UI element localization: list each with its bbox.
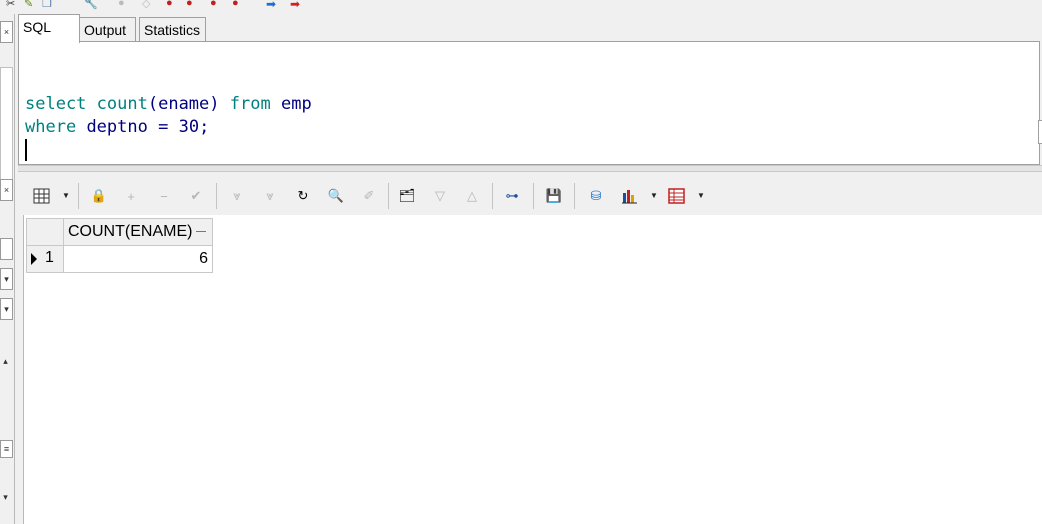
sql-keyword: from [229,94,271,114]
editor-scroll-edge[interactable] [1038,120,1042,144]
field-edge[interactable] [0,238,13,260]
refresh-icon[interactable]: ↻ [294,187,312,205]
query-by-example-icon[interactable]: 🗂 [398,187,416,205]
grid-cell[interactable]: 6 [63,245,213,273]
diamond-icon[interactable]: ◇ [142,0,155,10]
chart-icon[interactable] [621,187,639,205]
copy-icon[interactable]: ❐ [42,0,55,10]
toolbar-divider [388,183,389,209]
find-icon[interactable]: 🔍 [327,187,345,205]
sql-keyword: where [25,117,77,137]
toolbar-divider [78,183,79,209]
column-header[interactable]: COUNT(ENAME) [63,218,213,246]
sql-column-name: deptno [86,117,148,137]
column-resize-handle[interactable] [196,231,207,233]
break-icon[interactable]: ● [210,0,223,10]
lock-icon[interactable]: 🔒 [90,187,108,205]
row-number: 1 [45,249,54,266]
forward-arrow-icon[interactable]: ➡ [266,0,279,11]
delete-record-icon[interactable]: − [155,187,173,205]
last-record-icon[interactable]: ⩔ [261,187,279,205]
panel-edge [0,67,13,185]
main-toolbar: ✂ ✎ ❐ 🔧 ● ◇ ● ● ● ● ➡ ➡ [0,0,320,12]
editor-tabs: SQL Output Statistics [18,14,1042,43]
chevron-down-icon[interactable]: ▾ [0,268,13,290]
tools-icon[interactable]: ✂ [6,0,19,10]
chevron-down-icon[interactable]: ▼ [62,187,70,205]
post-edit-icon[interactable]: ✔ [187,187,205,205]
pane-splitter[interactable] [18,165,1042,172]
table-icon[interactable] [668,187,686,205]
scroll-down-icon[interactable]: ▾ [0,492,11,506]
result-grid: COUNT(ENAME) 1 6 [26,218,213,273]
result-toolbar: ▼ 🔒 + − ✔ ⩔ ⩔ ↻ 🔍 ✐ 🗂 ▽ △ ⊶ 💾 ⛁ ▼ ▼ [18,175,1042,215]
back-arrow-icon[interactable]: ➡ [290,0,303,11]
tree-icon[interactable]: ⊶ [503,187,521,205]
left-panel-strip: × × ▾ ▾ ▴ ≡ ▾ [0,14,15,524]
stop-icon[interactable]: ● [232,0,245,10]
result-grid-area: COUNT(ENAME) 1 6 [23,215,1042,524]
save-icon[interactable]: 💾 [545,187,563,205]
sql-table-name: emp [280,94,312,114]
toolbar-divider [492,183,493,209]
chevron-down-icon[interactable]: ▾ [0,298,13,320]
sql-number: 30 [178,117,200,137]
toolbar-divider [574,183,575,209]
grid-header-row: COUNT(ENAME) [26,218,213,246]
sql-operator: = [158,117,169,137]
add-record-icon[interactable]: + [122,187,140,205]
rollback-icon[interactable]: ● [186,0,199,10]
chevron-down-icon[interactable]: ▼ [650,187,658,205]
close-icon[interactable]: × [0,21,13,43]
sort-asc-icon[interactable]: △ [463,187,481,205]
tab-statistics[interactable]: Statistics [139,17,206,41]
sql-keyword: select [25,94,87,114]
export-icon[interactable]: ⛁ [587,187,605,205]
row-header[interactable]: 1 [26,245,64,273]
first-record-icon[interactable]: ⩔ [228,187,246,205]
grid-corner [26,218,64,246]
scroll-up-icon[interactable]: ▴ [0,356,11,370]
sql-function: count [96,94,148,114]
commit-icon[interactable]: ● [166,0,179,10]
sql-terminator: ; [199,117,210,137]
sql-code: select count(ename) from emp where deptn… [25,93,312,139]
tab-sql[interactable]: SQL [18,14,80,43]
sql-argument: (ename) [147,94,220,114]
execute-disabled-icon[interactable]: ● [118,0,131,10]
toolbar-divider [216,183,217,209]
column-header-label: COUNT(ENAME) [68,223,193,240]
current-row-icon [31,253,37,265]
edit-icon[interactable]: ✎ [24,0,37,10]
text-cursor [25,139,27,161]
wrench-icon[interactable]: 🔧 [84,0,98,10]
clear-icon[interactable]: ✐ [360,187,378,205]
chevron-down-icon[interactable]: ▼ [697,187,705,205]
scroll-thumb[interactable]: ≡ [0,440,13,458]
toolbar-divider [533,183,534,209]
close-icon[interactable]: × [0,179,13,201]
sort-desc-icon[interactable]: ▽ [431,187,449,205]
table-row[interactable]: 1 6 [26,245,213,273]
tab-output[interactable]: Output [79,17,136,41]
sql-editor[interactable]: select count(ename) from emp where deptn… [18,41,1040,165]
grid-view-icon[interactable] [33,187,51,205]
